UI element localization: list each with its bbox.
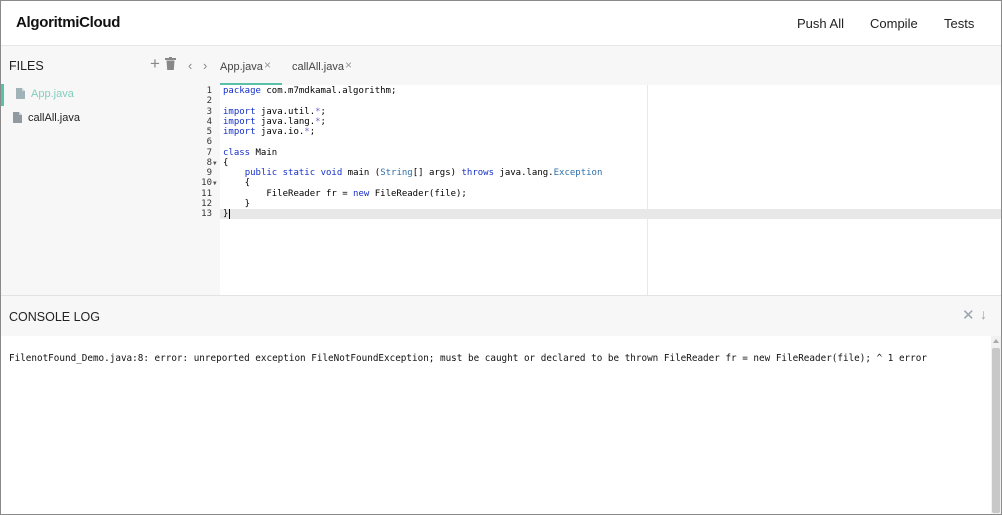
print-margin xyxy=(647,85,648,295)
active-line-highlight xyxy=(186,209,1001,220)
fold-toggle-icon[interactable]: ▼ xyxy=(213,180,217,187)
line-gutter: 1 2 3 4 5 6 7 8 ▼ 9 10 ▼ 11 12 13 xyxy=(186,85,220,295)
file-icon xyxy=(16,88,25,99)
file-item-app-java[interactable]: App.java xyxy=(1,84,186,106)
file-icon xyxy=(13,112,22,123)
code-line[interactable]: FileReader fr = new FileReader(file); xyxy=(223,189,467,199)
tests-button[interactable]: Tests xyxy=(944,16,974,31)
scrollbar-thumb[interactable] xyxy=(992,348,1000,513)
console-output: FilenotFound_Demo.java:8: error: unrepor… xyxy=(1,336,991,514)
push-all-button[interactable]: Push All xyxy=(797,16,844,31)
trash-icon[interactable] xyxy=(165,57,176,70)
chevron-left-icon[interactable]: ‹ xyxy=(188,58,192,73)
code-line[interactable]: { xyxy=(223,158,228,168)
file-item-callall-java[interactable]: callAll.java xyxy=(1,108,186,130)
console-header: CONSOLE LOG ✕ ↓ xyxy=(1,296,1001,336)
line-number: 8 xyxy=(206,157,212,168)
line-number: 6 xyxy=(206,137,212,148)
close-tab-icon[interactable]: × xyxy=(345,58,352,72)
tab-label: App.java xyxy=(220,61,263,73)
file-name: App.java xyxy=(31,88,74,100)
code-line[interactable]: import java.util.*; xyxy=(223,107,326,117)
plus-icon[interactable]: + xyxy=(150,54,160,74)
tab-app-java[interactable]: App.java × xyxy=(220,46,282,85)
close-tab-icon[interactable]: × xyxy=(264,58,271,72)
line-number: 4 xyxy=(206,116,212,127)
fold-toggle-icon[interactable]: ▼ xyxy=(213,160,217,167)
line-number: 1 xyxy=(206,86,212,96)
top-navbar: AlgoritmiCloud Push All Compile Tests xyxy=(1,1,1001,46)
close-icon[interactable]: ✕ xyxy=(962,306,975,324)
arrow-down-icon[interactable]: ↓ xyxy=(980,306,987,322)
line-number: 13 xyxy=(201,209,212,219)
code-line[interactable]: { xyxy=(223,178,250,188)
code-editor[interactable]: 1 2 3 4 5 6 7 8 ▼ 9 10 ▼ 11 12 13 package com.m7mdkama… xyxy=(186,85,1001,295)
code-line[interactable]: package com.m7mdkamal.algorithm; xyxy=(223,86,396,96)
console-message: FilenotFound_Demo.java:8: error: unrepor… xyxy=(9,353,927,364)
code-line[interactable]: class Main xyxy=(223,148,277,158)
brand-logo[interactable]: AlgoritmiCloud xyxy=(16,14,120,31)
code-line[interactable]: import java.io.*; xyxy=(223,127,315,137)
line-number: 7 xyxy=(206,147,212,158)
compile-button[interactable]: Compile xyxy=(870,16,918,31)
code-line[interactable]: } xyxy=(223,209,228,219)
chevron-right-icon[interactable]: › xyxy=(203,58,207,73)
line-number: 9 xyxy=(206,168,212,178)
code-line[interactable]: import java.lang.*; xyxy=(223,117,326,127)
console-title: CONSOLE LOG xyxy=(9,310,100,324)
scroll-up-arrow[interactable] xyxy=(993,339,999,343)
line-number: 5 xyxy=(206,127,212,137)
line-number: 12 xyxy=(201,198,212,209)
tab-label: callAll.java xyxy=(292,61,344,73)
app-window: AlgoritmiCloud Push All Compile Tests FI… xyxy=(0,0,1002,515)
line-number: 11 xyxy=(201,188,212,199)
files-title: FILES xyxy=(9,59,44,73)
console-scrollbar[interactable] xyxy=(991,336,1001,514)
line-number: 3 xyxy=(206,106,212,117)
code-line[interactable]: public static void main (String[] args) … xyxy=(223,168,603,178)
line-number: 2 xyxy=(206,96,212,107)
text-cursor xyxy=(229,209,230,219)
code-line[interactable]: } xyxy=(223,199,250,209)
files-sidebar: FILES + App.java callAll.java xyxy=(1,46,186,295)
line-number: 10 xyxy=(201,178,212,189)
console-panel: CONSOLE LOG ✕ ↓ FilenotFound_Demo.java:8… xyxy=(1,295,1001,514)
tab-callall-java[interactable]: callAll.java × xyxy=(292,46,362,85)
file-name: callAll.java xyxy=(28,112,80,124)
editor-tabbar: ‹ › App.java × callAll.java × xyxy=(186,46,1001,85)
